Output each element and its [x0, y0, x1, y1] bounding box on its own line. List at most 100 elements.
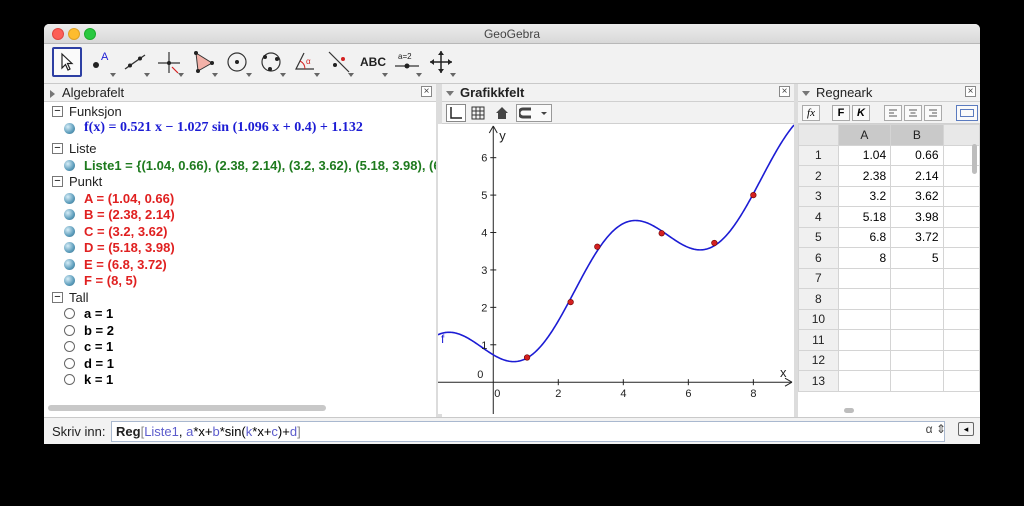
algebra-item-number-k[interactable]: k = 1	[64, 372, 113, 388]
bold-button[interactable]: F	[832, 105, 850, 121]
cell-a[interactable]: 2.38	[837, 165, 892, 187]
cell-a[interactable]: 5.18	[837, 206, 892, 228]
angle-tool-button[interactable]: α	[290, 47, 320, 77]
category-function[interactable]: − Funksjon	[52, 103, 122, 119]
cell-b[interactable]: 3.98	[890, 206, 944, 228]
row-header[interactable]: 10	[798, 308, 839, 330]
row-header[interactable]: 3	[798, 185, 839, 207]
cell-c[interactable]	[942, 247, 980, 269]
row-header[interactable]: 4	[798, 206, 839, 228]
row-header[interactable]: 1	[798, 144, 839, 166]
algebra-item-point-d[interactable]: D = (5.18, 3.98)	[64, 240, 175, 256]
algebra-item-function[interactable]: f(x) = 0.521 x − 1.027 sin (1.096 x + 0.…	[64, 120, 363, 136]
cell-b[interactable]: 3.62	[890, 185, 944, 207]
cell-c[interactable]	[942, 185, 980, 207]
row-header[interactable]: 6	[798, 247, 839, 269]
cell-a[interactable]	[837, 288, 892, 310]
visibility-toggle-icon[interactable]	[64, 308, 75, 319]
data-point[interactable]	[594, 243, 601, 250]
cell-a[interactable]: 6.8	[837, 226, 892, 248]
visibility-toggle-icon[interactable]	[64, 192, 75, 204]
collapse-arrow-icon[interactable]	[802, 91, 810, 96]
visibility-toggle-icon[interactable]	[64, 275, 75, 286]
algebra-item-point-b[interactable]: B = (2.38, 2.14)	[64, 207, 175, 223]
cell-c[interactable]	[942, 329, 980, 351]
align-left-button[interactable]	[884, 105, 902, 121]
line-tool-button[interactable]	[120, 47, 150, 77]
column-header-b[interactable]: B	[890, 124, 944, 146]
row-header[interactable]: 8	[798, 288, 839, 310]
graphics-view[interactable]: 0 2 4 6 8 1 2 3 4 5 6 0 x y f	[437, 124, 795, 414]
collapse-arrow-icon[interactable]	[50, 90, 55, 98]
cell-b[interactable]: 5	[890, 247, 944, 269]
italic-button[interactable]: K	[852, 105, 870, 121]
algebra-item-list[interactable]: Liste1 = {(1.04, 0.66), (2.38, 2.14), (3…	[64, 157, 436, 173]
greek-letter-menu[interactable]: α ⇕	[926, 422, 946, 436]
data-point[interactable]	[750, 191, 757, 199]
circle-center-point-tool-button[interactable]	[222, 47, 252, 77]
graphics-canvas[interactable]: 0 2 4 6 8 1 2 3 4 5 6 0 x y f	[437, 124, 795, 414]
corner-cell[interactable]	[798, 124, 839, 146]
category-point[interactable]: − Punkt	[52, 173, 102, 189]
row-header[interactable]: 5	[798, 226, 839, 248]
cell-a[interactable]	[837, 329, 892, 351]
visibility-toggle-icon[interactable]	[64, 159, 75, 171]
move-tool-button[interactable]	[52, 47, 82, 77]
algebra-horizontal-scrollbar[interactable]	[48, 405, 326, 411]
spreadsheet-horizontal-scrollbar[interactable]	[844, 408, 854, 413]
visibility-toggle-icon[interactable]	[64, 209, 75, 220]
cell-b[interactable]: 2.14	[890, 165, 944, 187]
visibility-toggle-icon[interactable]	[64, 374, 75, 385]
spreadsheet-vertical-scrollbar[interactable]	[972, 144, 977, 174]
data-point[interactable]	[567, 299, 574, 306]
visibility-toggle-icon[interactable]	[64, 341, 75, 352]
cell-c[interactable]	[942, 288, 980, 310]
cell-c[interactable]	[942, 226, 980, 248]
algebra-item-number-c[interactable]: c = 1	[64, 339, 113, 355]
row-header[interactable]: 12	[798, 349, 839, 371]
collapse-icon[interactable]: −	[52, 105, 63, 117]
move-graphics-view-tool-button[interactable]	[426, 47, 456, 77]
cell-c[interactable]	[942, 308, 980, 330]
keyboard-toggle-icon[interactable]: ◂	[958, 422, 974, 436]
data-point[interactable]	[658, 230, 665, 237]
spreadsheet-grid[interactable]: A B 1 1.04 0.66 2 2.38 2.14 3 3.2 3.62 4 5.18 3.98 5…	[798, 124, 980, 392]
cell-c[interactable]	[942, 349, 980, 371]
toggle-axes-button[interactable]	[446, 104, 466, 122]
visibility-toggle-icon[interactable]	[64, 357, 75, 369]
collapse-arrow-icon[interactable]	[446, 91, 454, 96]
cell-b[interactable]	[890, 288, 944, 310]
slider-tool-button[interactable]: a=2	[392, 47, 422, 77]
algebra-item-point-c[interactable]: C = (3.2, 3.62)	[64, 223, 167, 239]
circle-three-points-tool-button[interactable]	[256, 47, 286, 77]
cell-a[interactable]	[837, 267, 892, 289]
column-header-empty[interactable]	[942, 124, 980, 146]
algebra-item-number-a[interactable]: a = 1	[64, 306, 113, 322]
row-header[interactable]: 11	[798, 329, 839, 351]
row-header[interactable]: 2	[798, 165, 839, 187]
algebra-item-number-d[interactable]: d = 1	[64, 355, 114, 371]
cell-b[interactable]	[890, 329, 944, 351]
algebra-item-point-e[interactable]: E = (6.8, 3.72)	[64, 256, 167, 272]
cell-a[interactable]: 8	[837, 247, 892, 269]
column-header-a[interactable]: A	[837, 124, 892, 146]
algebra-item-point-a[interactable]: A = (1.04, 0.66)	[64, 190, 174, 206]
collapse-icon[interactable]: −	[52, 291, 63, 303]
data-point[interactable]	[711, 239, 718, 247]
close-algebra-view-button[interactable]: ×	[421, 86, 432, 97]
cell-b[interactable]: 3.72	[890, 226, 944, 248]
visibility-toggle-icon[interactable]	[64, 225, 75, 237]
close-spreadsheet-view-button[interactable]: ×	[965, 86, 976, 97]
data-point[interactable]	[523, 354, 531, 361]
category-number[interactable]: − Tall	[52, 289, 89, 305]
cell-c[interactable]	[942, 370, 980, 392]
cell-b[interactable]	[890, 308, 944, 330]
close-graphics-view-button[interactable]: ×	[779, 86, 790, 97]
row-header[interactable]: 7	[798, 267, 839, 289]
cell-b[interactable]	[890, 349, 944, 371]
command-input-field[interactable]: Reg[Liste1, a*x+b*sin(k*x+c)+d]	[111, 421, 945, 442]
algebra-item-number-b[interactable]: b = 2	[64, 322, 114, 338]
function-curve[interactable]	[437, 124, 795, 363]
visibility-toggle-icon[interactable]	[64, 324, 75, 336]
visibility-toggle-icon[interactable]	[64, 258, 75, 270]
